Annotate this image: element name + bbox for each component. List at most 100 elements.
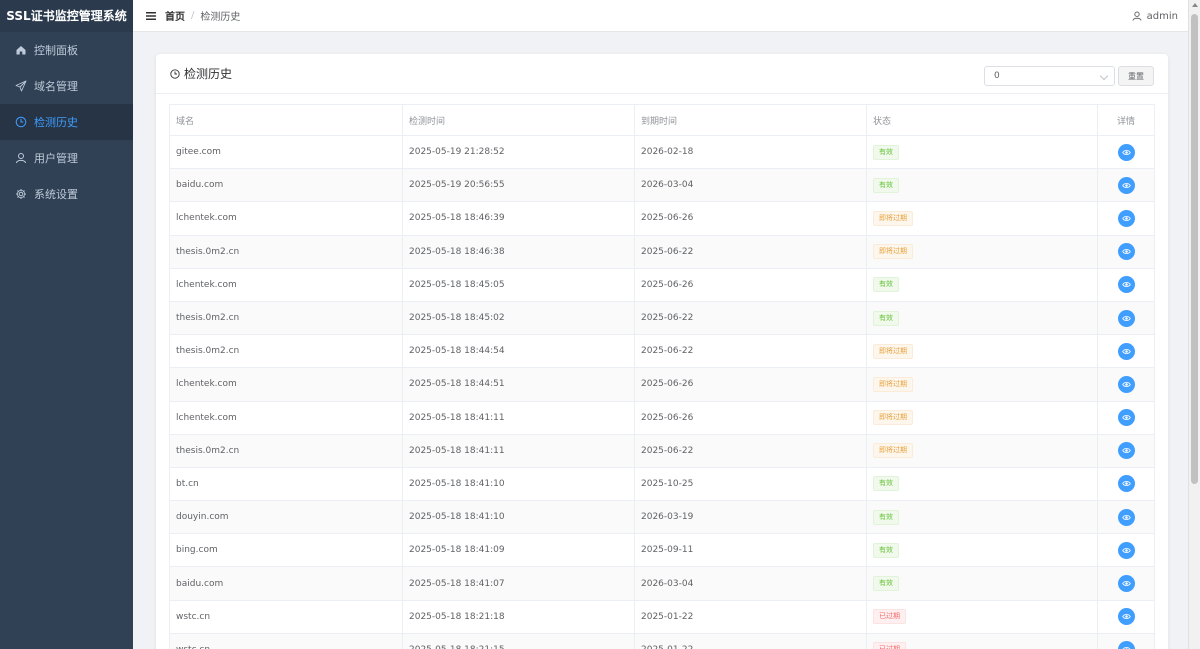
view-detail-button[interactable] bbox=[1117, 641, 1135, 649]
clock-icon bbox=[15, 116, 27, 128]
status-badge: 即将过期 bbox=[873, 443, 913, 459]
cell-expiry-time: 2025-06-26 bbox=[634, 400, 867, 435]
view-detail-button[interactable] bbox=[1117, 209, 1135, 227]
status-badge: 有效 bbox=[873, 576, 899, 592]
view-detail-button[interactable] bbox=[1117, 176, 1135, 194]
gear-icon bbox=[15, 188, 27, 200]
cell-expiry-time: 2025-06-22 bbox=[634, 433, 867, 468]
cell-status: 有效 bbox=[866, 134, 1098, 170]
cell-status: 即将过期 bbox=[866, 234, 1098, 269]
breadcrumb-current: 检测历史 bbox=[200, 12, 241, 23]
cell-checked-time: 2025-05-18 18:41:11 bbox=[402, 400, 635, 435]
column-header-expiry-time: 到期时间 bbox=[634, 104, 867, 136]
status-badge: 即将过期 bbox=[873, 343, 913, 359]
cell-detail bbox=[1097, 367, 1155, 402]
sidebar-item-label: 系统设置 bbox=[34, 188, 78, 201]
eye-icon bbox=[1121, 547, 1131, 553]
cell-domain: thesis.0m2.cn bbox=[169, 433, 403, 468]
user-menu[interactable]: admin bbox=[1132, 0, 1178, 32]
column-header-detail: 详情 bbox=[1097, 104, 1155, 136]
column-header-checked-time: 检测时间 bbox=[402, 104, 635, 136]
sidebar-item-4[interactable]: 系统设置 bbox=[0, 176, 133, 212]
cell-checked-time: 2025-05-18 18:46:39 bbox=[402, 201, 635, 236]
cell-domain: wstc.cn bbox=[169, 599, 403, 634]
breadcrumb-home[interactable]: 首页 bbox=[165, 8, 185, 23]
eye-icon bbox=[1121, 249, 1131, 255]
eye-icon bbox=[1121, 381, 1131, 387]
sidebar-item-3[interactable]: 用户管理 bbox=[0, 140, 133, 176]
sidebar-item-2[interactable]: 检测历史 bbox=[0, 104, 133, 140]
view-detail-button[interactable] bbox=[1117, 276, 1135, 294]
view-detail-button[interactable] bbox=[1117, 541, 1135, 559]
table-row: thesis.0m2.cn 2025-05-18 18:46:38 2025-06-… bbox=[169, 234, 1155, 269]
view-detail-button[interactable] bbox=[1117, 608, 1135, 626]
cell-status: 有效 bbox=[866, 300, 1098, 336]
cell-detail bbox=[1097, 267, 1155, 302]
cell-detail bbox=[1097, 234, 1155, 269]
table-row: bing.com 2025-05-18 18:41:09 2025-09-11 有效 bbox=[169, 533, 1155, 568]
view-detail-button[interactable] bbox=[1117, 309, 1135, 327]
view-detail-button[interactable] bbox=[1117, 475, 1135, 493]
cell-status: 有效 bbox=[866, 533, 1098, 568]
cell-checked-time: 2025-05-18 18:41:10 bbox=[402, 500, 635, 535]
cell-domain: thesis.0m2.cn bbox=[169, 300, 403, 336]
view-detail-button[interactable] bbox=[1117, 342, 1135, 360]
cell-domain: gitee.com bbox=[169, 134, 403, 170]
cell-detail bbox=[1097, 400, 1155, 435]
table-row: thesis.0m2.cn 2025-05-18 18:41:11 2025-06-… bbox=[169, 433, 1155, 468]
username: admin bbox=[1146, 10, 1178, 22]
status-badge: 有效 bbox=[873, 310, 899, 326]
cell-expiry-time: 2026-03-04 bbox=[634, 566, 867, 601]
cell-status: 有效 bbox=[866, 566, 1098, 601]
sidebar-item-1[interactable]: 域名管理 bbox=[0, 68, 133, 104]
table-row: thesis.0m2.cn 2025-05-18 18:44:54 2025-06-… bbox=[169, 334, 1155, 369]
page-scrollbar[interactable] bbox=[1188, 0, 1200, 649]
eye-icon bbox=[1121, 614, 1131, 620]
view-detail-button[interactable] bbox=[1117, 243, 1135, 261]
sidebar-item-label: 控制面板 bbox=[34, 44, 78, 57]
cell-status: 即将过期 bbox=[866, 201, 1098, 236]
cell-expiry-time: 2026-03-19 bbox=[634, 500, 867, 535]
view-detail-button[interactable] bbox=[1117, 143, 1135, 161]
table-row: thesis.0m2.cn 2025-05-18 18:45:02 2025-06-… bbox=[169, 300, 1155, 336]
cell-detail bbox=[1097, 632, 1155, 649]
cell-status: 即将过期 bbox=[866, 367, 1098, 402]
status-badge: 有效 bbox=[873, 476, 899, 492]
cell-status: 有效 bbox=[866, 500, 1098, 535]
cell-expiry-time: 2025-10-25 bbox=[634, 466, 867, 502]
domain-filter-select[interactable]: 0 bbox=[984, 66, 1115, 86]
cell-checked-time: 2025-05-18 18:45:05 bbox=[402, 267, 635, 302]
menu-toggle-icon[interactable] bbox=[145, 10, 157, 22]
sidebar-item-0[interactable]: 控制面板 bbox=[0, 32, 133, 68]
domain-filter-value: 0 bbox=[994, 71, 1000, 81]
cell-domain: lchentek.com bbox=[169, 201, 403, 236]
view-detail-button[interactable] bbox=[1117, 409, 1135, 427]
table-row: douyin.com 2025-05-18 18:41:10 2026-03-19 有… bbox=[169, 500, 1155, 535]
cell-domain: douyin.com bbox=[169, 500, 403, 535]
view-detail-button[interactable] bbox=[1117, 375, 1135, 393]
cell-expiry-time: 2025-06-22 bbox=[634, 334, 867, 369]
reset-button[interactable]: 重置 bbox=[1118, 66, 1154, 86]
cell-status: 有效 bbox=[866, 267, 1098, 302]
cell-domain: baidu.com bbox=[169, 566, 403, 601]
sidebar: SSL证书监控管理系统 控制面板 域名管理 检测历史 用户管理 系统设置 bbox=[0, 0, 133, 649]
eye-icon bbox=[1121, 315, 1131, 321]
table-row: wstc.cn 2025-05-18 18:21:18 2025-01-22 已过期 bbox=[169, 599, 1155, 634]
cell-domain: baidu.com bbox=[169, 168, 403, 203]
scrollbar-thumb[interactable] bbox=[1191, 14, 1198, 484]
eye-icon bbox=[1121, 514, 1131, 520]
scroll-up-icon[interactable] bbox=[1192, 3, 1198, 7]
status-badge: 有效 bbox=[873, 144, 899, 160]
table-row: gitee.com 2025-05-19 21:28:52 2026-02-18 有效 bbox=[169, 134, 1155, 170]
table-row: baidu.com 2025-05-18 18:41:07 2026-03-04 有效 bbox=[169, 566, 1155, 601]
clock-icon bbox=[170, 68, 180, 79]
table-row: wstc.cn2025-05-18 18:21:152025-01-22 已过期 bbox=[169, 632, 1155, 649]
cell-checked-time: 2025-05-18 18:21:18 bbox=[402, 599, 635, 634]
cell-detail bbox=[1097, 168, 1155, 203]
cell-detail bbox=[1097, 300, 1155, 336]
cell-expiry-time: 2026-02-18 bbox=[634, 134, 867, 170]
view-detail-button[interactable] bbox=[1117, 442, 1135, 460]
view-detail-button[interactable] bbox=[1117, 508, 1135, 526]
view-detail-button[interactable] bbox=[1117, 575, 1135, 593]
cell-expiry-time: 2026-03-04 bbox=[634, 168, 867, 203]
